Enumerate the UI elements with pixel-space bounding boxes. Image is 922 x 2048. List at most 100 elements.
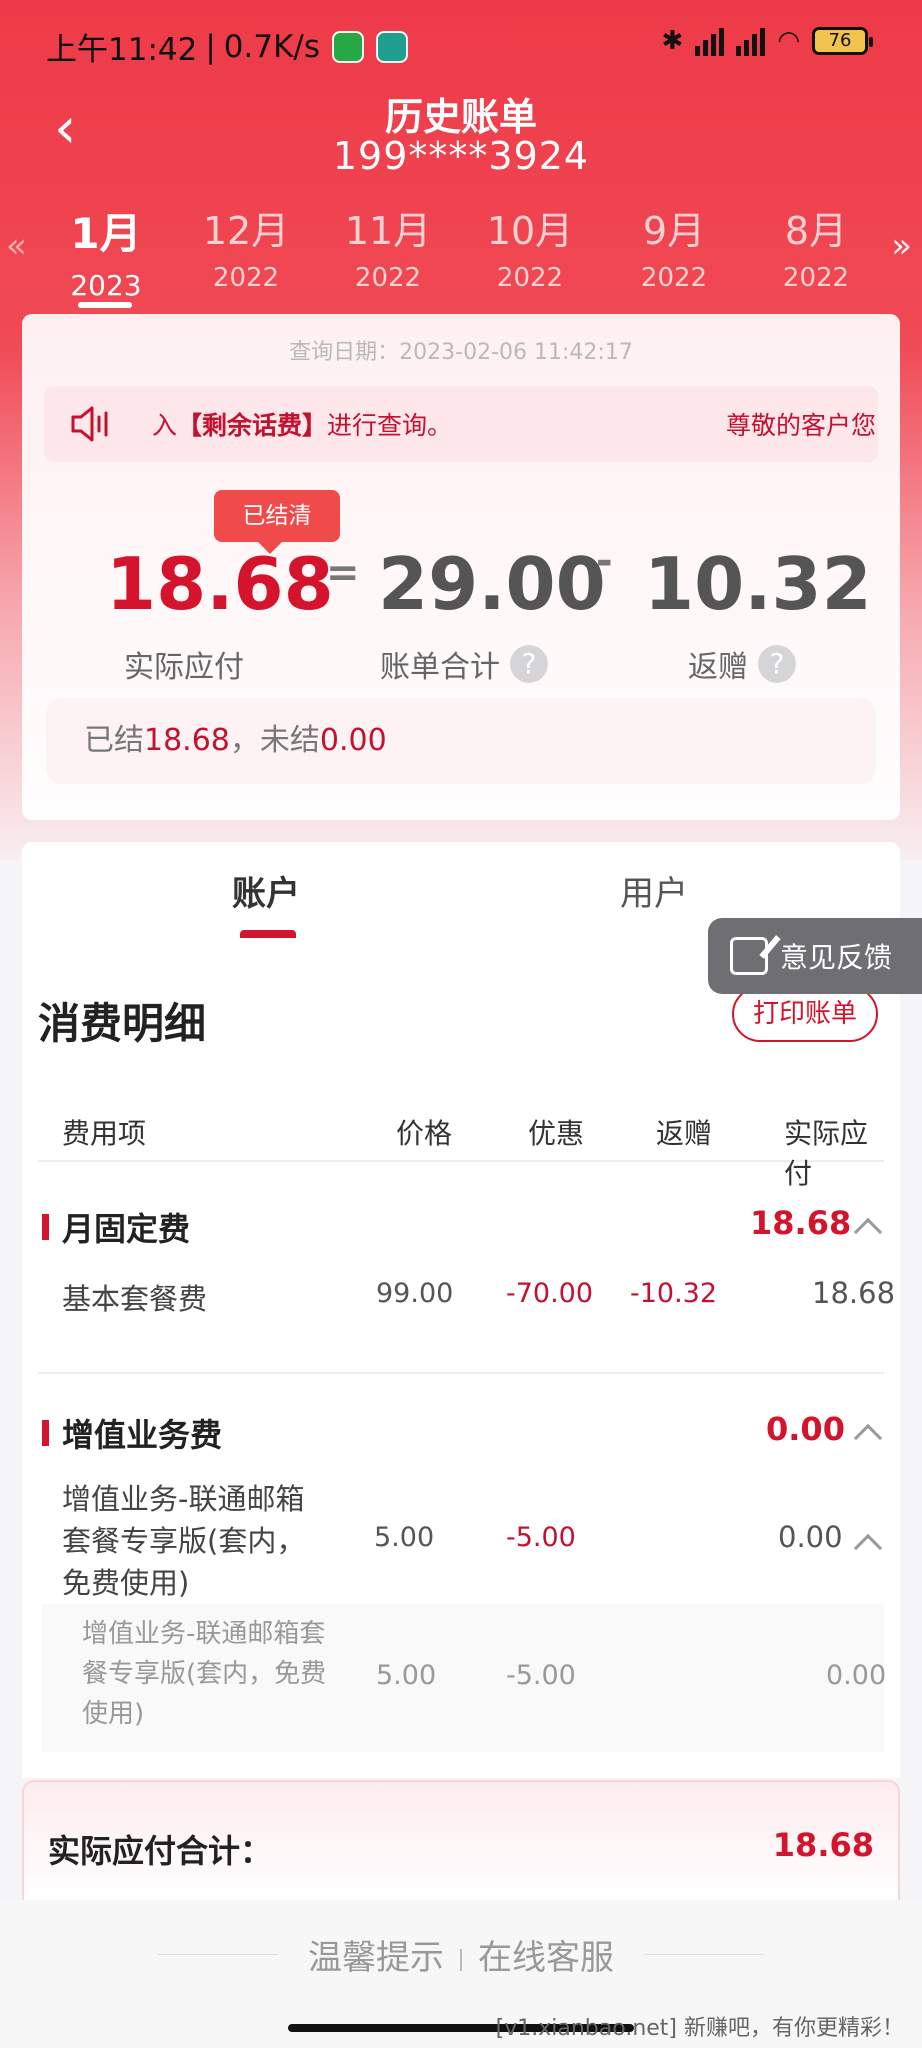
page-header: ‹ 历史账单 199****3924 (0, 82, 922, 182)
column-header-rebate: 返赠 (656, 1117, 713, 1150)
actual-due-label-text: 实际应付 (124, 650, 244, 685)
month-tab-10[interactable]: 10月 2022 (470, 200, 590, 293)
feedback-label: 意见反馈 (780, 941, 893, 974)
group-amount: 0.00 (766, 1410, 845, 1448)
month-tab-9[interactable]: 9月 2022 (614, 200, 734, 293)
group-divider (38, 1372, 884, 1374)
column-header-due: 实际应付 (784, 1117, 869, 1190)
status-left: 上午11:42 | 0.7K/s (46, 24, 409, 69)
settled-prefix: 已结 (84, 723, 144, 758)
sub-row: 增值业务-联通邮箱套 餐专享版(套内，免费 使用) 5.00 -5.00 0.0… (42, 1604, 887, 1752)
row-item-line: 免费使用) (62, 1566, 190, 1600)
wifi-icon: ◠ (777, 26, 800, 56)
year-label: 2023 (70, 269, 142, 302)
online-service-link[interactable]: 在线客服 (478, 1938, 614, 1978)
sub-row-discount: -5.00 (506, 1660, 576, 1691)
month-selector: « 1月 2023 12月 2022 11月 2022 10月 2022 9月 … (0, 190, 922, 310)
row-item-line: 套餐专享版(套内， (62, 1524, 306, 1558)
row-item: 基本套餐费 (62, 1282, 208, 1316)
chevron-up-icon[interactable] (853, 1423, 883, 1453)
notice-bold: 【剩余话费】 (177, 411, 328, 440)
sub-row-item: 增值业务-联通邮箱套 餐专享版(套内，免费 使用) (82, 1614, 326, 1734)
status-separator: | (205, 28, 216, 65)
year-label: 2022 (212, 263, 280, 293)
month-label: 9月 (642, 209, 706, 253)
avatar-app-icon (376, 30, 409, 63)
unsettled-amount: 0.00 (319, 723, 387, 758)
section-title: 消费明细 (38, 999, 207, 1048)
tab-account[interactable]: 账户 (232, 866, 300, 915)
unsettled-prefix: ，未结 (229, 723, 320, 758)
speaker-icon (71, 406, 108, 442)
warm-tips-link[interactable]: 温馨提示 (308, 1938, 444, 1978)
query-date: 查询日期：2023-02-06 11:42:17 (289, 340, 633, 365)
column-header-price: 价格 (396, 1117, 453, 1150)
row-due: 18.68 (812, 1276, 896, 1310)
month-tab-8[interactable]: 8月 2022 (756, 200, 876, 293)
edit-icon (730, 937, 768, 975)
phone-number: 199****3924 (332, 134, 590, 178)
year-label: 2022 (496, 263, 564, 293)
tab-user[interactable]: 用户 (620, 866, 688, 915)
minus-sign: - (596, 538, 613, 584)
network-speed: 0.7K/s (223, 28, 321, 65)
notice-text: 入【剩余话费】进行查询。 (152, 406, 452, 442)
sub-row-price: 5.00 (376, 1660, 437, 1691)
row-rebate: -10.32 (630, 1278, 718, 1309)
total-label: 实际应付合计： (48, 1832, 273, 1870)
group-marker (42, 1420, 49, 1446)
bill-total-amount: 29.00 (378, 542, 606, 626)
help-icon[interactable]: ? (510, 645, 548, 683)
footer-separator (460, 1948, 462, 1971)
chevron-left-icon[interactable]: « (6, 226, 27, 266)
sub-row-item-line: 使用) (82, 1699, 145, 1729)
notice-lead: 入 (152, 411, 178, 440)
page-title: 历史账单 (384, 95, 537, 139)
notice-banner[interactable]: 入【剩余话费】进行查询。 尊敬的客户您 (44, 386, 878, 462)
group-title: 增值业务费 (62, 1416, 223, 1454)
settled-amount: 18.68 (144, 723, 230, 758)
row-price: 99.00 (376, 1278, 454, 1309)
actual-due-amount: 18.68 (106, 542, 334, 626)
bluetooth-icon: ✱ (661, 26, 684, 56)
year-label: 2022 (782, 263, 850, 293)
status-bar: 上午11:42 | 0.7K/s ✱ ◠ 76 (0, 0, 922, 90)
month-label: 8月 (784, 209, 848, 253)
signal-icon-1 (695, 26, 725, 56)
table-header: 费用项 价格 优惠 返赠 实际应付 (38, 1102, 884, 1190)
row-price: 5.00 (374, 1522, 435, 1553)
month-tab-12[interactable]: 12月 2022 (186, 200, 306, 293)
chevron-up-icon[interactable] (853, 1533, 883, 1563)
row-discount: -70.00 (506, 1278, 594, 1309)
help-icon[interactable]: ? (758, 645, 796, 683)
month-label: 10月 (486, 209, 574, 253)
month-tab-11[interactable]: 11月 2022 (328, 200, 448, 293)
status-time: 上午11:42 (46, 32, 198, 68)
bill-total-label-text: 账单合计 (380, 650, 500, 685)
watermark: [v1.xianbao.net] 新赚吧，有你更精彩！ (495, 2016, 904, 2041)
sub-row-due: 0.00 (826, 1660, 887, 1691)
month-label: 1月 (70, 209, 142, 258)
footer: 温馨提示 在线客服 [v1.xianbao.net] 新赚吧，有你更精彩！ (0, 1900, 922, 2048)
rebate-label-text: 返赠 (688, 650, 748, 685)
group-marker (42, 1214, 49, 1240)
rebate-amount: 10.32 (644, 542, 872, 626)
year-label: 2022 (640, 263, 708, 293)
column-header-item: 费用项 (62, 1117, 147, 1150)
tab-indicator (240, 930, 296, 938)
year-label: 2022 (354, 263, 422, 293)
status-right: ✱ ◠ 76 (661, 26, 873, 56)
print-bill-button[interactable]: 打印账单 (732, 986, 878, 1042)
notice-tail: 进行查询。 (327, 411, 453, 440)
total-card: 实际应付合计： 18.68 (22, 1780, 900, 1900)
bill-total-label: 账单合计 ? (380, 642, 548, 686)
column-header-discount: 优惠 (528, 1117, 585, 1150)
row-due: 0.00 (778, 1520, 843, 1554)
month-tab-1[interactable]: 1月 2023 (46, 200, 166, 302)
status-badge: 已结清 (214, 490, 340, 554)
chevron-right-icon[interactable]: » (891, 226, 912, 266)
shield-app-icon (332, 30, 365, 63)
chevron-up-icon[interactable] (853, 1217, 883, 1247)
battery-icon: 76 (812, 27, 873, 55)
feedback-button[interactable]: 意见反馈 (708, 918, 922, 994)
